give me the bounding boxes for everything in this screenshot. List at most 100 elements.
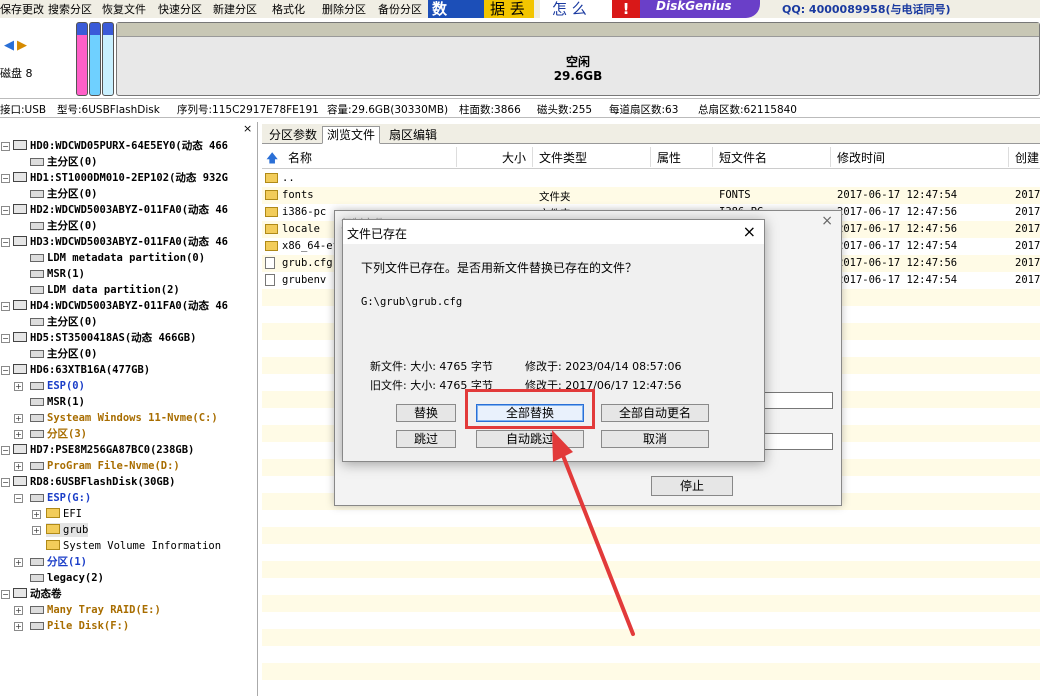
tree-node-rd8-esp[interactable]: ESP(G:) — [30, 491, 91, 505]
tree-node-hd5[interactable]: HD5:ST3500418AS(动态 466GB) — [13, 331, 196, 345]
new-partition-button[interactable]: 新建分区 — [213, 1, 257, 17]
tree-node-hd6-p3[interactable]: 分区(3) — [30, 427, 87, 441]
tree-node-hd1-p0[interactable]: 主分区(0) — [30, 187, 97, 201]
cancel-button[interactable]: 取消 — [601, 430, 709, 448]
tree-node-efi[interactable]: EFI — [46, 507, 82, 521]
info-serial: 序列号:115C2917E78FE191 — [177, 104, 319, 116]
column-short-name[interactable]: 短文件名 — [719, 149, 767, 166]
tree-node-hd5-p0[interactable]: 主分区(0) — [30, 347, 97, 361]
expand-icon[interactable]: + — [14, 462, 23, 471]
tree-node-label: 主分区(0) — [47, 348, 98, 360]
tree-node-hd4-p0[interactable]: 主分区(0) — [30, 315, 97, 329]
ad-banner[interactable]: 数 据 丢 怎 么 ! DiskGenius QQ: 4000089958(与电… — [428, 0, 1040, 18]
expand-icon[interactable]: + — [14, 430, 23, 439]
expand-icon[interactable]: − — [1, 446, 10, 455]
close-icon[interactable]: × — [821, 213, 833, 229]
close-icon[interactable]: × — [243, 122, 252, 135]
right-pane-tabs: 分区参数 浏览文件 扇区编辑 — [262, 124, 1040, 144]
tree-node-hd7-programfiles[interactable]: ProGram File-Nvme(D:) — [30, 459, 180, 473]
partition-1-segment[interactable] — [89, 22, 101, 96]
expand-icon[interactable]: + — [14, 622, 23, 631]
tab-sector-edit[interactable]: 扇区编辑 — [384, 126, 442, 144]
tree-node-hd4[interactable]: HD4:WDCWD5003ABYZ-011FA0(动态 46 — [13, 299, 228, 313]
expand-icon[interactable]: + — [32, 510, 41, 519]
expand-icon[interactable]: − — [14, 494, 23, 503]
tree-node-rd8[interactable]: RD8:6USBFlashDisk(30GB) — [13, 475, 175, 489]
column-ctime[interactable]: 创建 — [1015, 149, 1039, 166]
expand-icon[interactable]: − — [1, 366, 10, 375]
expand-icon[interactable]: − — [1, 206, 10, 215]
tree-node-pile-disk[interactable]: Pile Disk(F:) — [30, 619, 129, 633]
tree-node-dynamic-volumes[interactable]: 动态卷 — [13, 587, 62, 601]
save-changes-button[interactable]: 保存更改 — [0, 1, 44, 17]
tree-node-hd3-ldm-meta[interactable]: LDM metadata partition(0) — [30, 251, 205, 265]
file-mtime: 2017-06-17 12:47:54 — [837, 274, 958, 286]
next-disk-icon[interactable]: ▶ — [17, 38, 27, 53]
expand-icon[interactable]: − — [1, 174, 10, 183]
skip-button[interactable]: 跳过 — [396, 430, 456, 448]
column-type[interactable]: 文件类型 — [539, 149, 587, 166]
file-row[interactable]: .. — [262, 170, 1040, 187]
stop-button[interactable]: 停止 — [651, 476, 733, 496]
tree-node-system-volume-information[interactable]: System Volume Information — [46, 539, 221, 553]
tree-node-rd8-legacy[interactable]: legacy(2) — [30, 571, 104, 585]
tree-node-label: Systeam Windows 11-Nvme(C:) — [47, 412, 218, 424]
expand-icon[interactable]: + — [14, 382, 23, 391]
file-mtime: 2017-06-17 12:47:54 — [837, 189, 958, 201]
info-capacity: 容量:29.6GB(30330MB) — [327, 104, 449, 116]
search-partition-button[interactable]: 搜索分区 — [48, 1, 92, 17]
recover-files-button[interactable]: 恢复文件 — [102, 1, 146, 17]
tree-node-rd8-p1[interactable]: 分区(1) — [30, 555, 87, 569]
disk-tree-panel[interactable]: × − HD0:WDCWD05PURX-64E5EY0(动态 466 主分区(0… — [0, 122, 258, 696]
expand-icon[interactable]: + — [14, 414, 23, 423]
file-mtime: 2017-06-17 12:47:56 — [837, 257, 958, 269]
tab-partition-params[interactable]: 分区参数 — [264, 126, 322, 144]
tree-node-hd3-ldm-data[interactable]: LDM data partition(2) — [30, 283, 180, 297]
sort-up-icon[interactable]: 🡅 — [266, 149, 278, 170]
tree-node-hd7[interactable]: HD7:PSE8M256GA87BC0(238GB) — [13, 443, 194, 457]
tab-browse-files[interactable]: 浏览文件 — [322, 126, 381, 144]
expand-icon[interactable]: + — [32, 526, 41, 535]
tree-node-hd2[interactable]: HD2:WDCWD5003ABYZ-011FA0(动态 46 — [13, 203, 228, 217]
free-space-segment[interactable]: 空闲 29.6GB — [116, 22, 1040, 96]
expand-icon[interactable]: + — [14, 558, 23, 567]
delete-partition-button[interactable]: 删除分区 — [322, 1, 366, 17]
close-icon[interactable]: × — [743, 222, 756, 241]
file-row[interactable]: fonts 文件夹 FONTS 2017-06-17 12:47:54 2017 — [262, 187, 1040, 204]
column-name[interactable]: 名称 — [288, 149, 312, 166]
column-attr[interactable]: 属性 — [657, 149, 681, 166]
column-size[interactable]: 大小 — [502, 149, 526, 166]
expand-icon[interactable]: − — [1, 238, 10, 247]
backup-partition-button[interactable]: 备份分区 — [378, 1, 422, 17]
expand-icon[interactable]: − — [1, 590, 10, 599]
expand-icon[interactable]: + — [14, 606, 23, 615]
expand-icon[interactable]: − — [1, 142, 10, 151]
column-mtime[interactable]: 修改时间 — [837, 149, 885, 166]
replace-button[interactable]: 替换 — [396, 404, 456, 422]
tree-node-hd6-msr[interactable]: MSR(1) — [30, 395, 85, 409]
prev-disk-icon[interactable]: ◀ — [4, 38, 14, 53]
auto-skip-button[interactable]: 自动跳过 — [476, 430, 584, 448]
tree-node-hd6-windows[interactable]: Systeam Windows 11-Nvme(C:) — [30, 411, 218, 425]
auto-rename-all-button[interactable]: 全部自动更名 — [601, 404, 709, 422]
tree-node-hd2-p0[interactable]: 主分区(0) — [30, 219, 97, 233]
legacy-partition-segment[interactable] — [102, 22, 114, 96]
tree-node-hd0[interactable]: HD0:WDCWD05PURX-64E5EY0(动态 466 — [13, 139, 228, 153]
tree-node-grub[interactable]: grub — [46, 523, 89, 537]
tree-node-hd1[interactable]: HD1:ST1000DM010-2EP102(动态 932G — [13, 171, 228, 185]
disk-icon — [13, 300, 27, 310]
expand-icon[interactable]: − — [1, 478, 10, 487]
tree-node-hd0-p0[interactable]: 主分区(0) — [30, 155, 97, 169]
tree-node-hd3[interactable]: HD3:WDCWD5003ABYZ-011FA0(动态 46 — [13, 235, 228, 249]
tree-node-hd6[interactable]: HD6:63XTB16A(477GB) — [13, 363, 150, 377]
tree-node-hd6-esp[interactable]: ESP(0) — [30, 379, 85, 393]
expand-icon[interactable]: − — [1, 334, 10, 343]
format-button[interactable]: 格式化 — [272, 1, 305, 17]
dialog-titlebar[interactable]: 文件已存在 × — [343, 220, 764, 244]
disk-icon — [13, 364, 27, 374]
tree-node-hd3-msr[interactable]: MSR(1) — [30, 267, 85, 281]
tree-node-raid[interactable]: Many Tray RAID(E:) — [30, 603, 161, 617]
expand-icon[interactable]: − — [1, 302, 10, 311]
quick-partition-button[interactable]: 快速分区 — [158, 1, 202, 17]
esp-partition-segment[interactable] — [76, 22, 88, 96]
